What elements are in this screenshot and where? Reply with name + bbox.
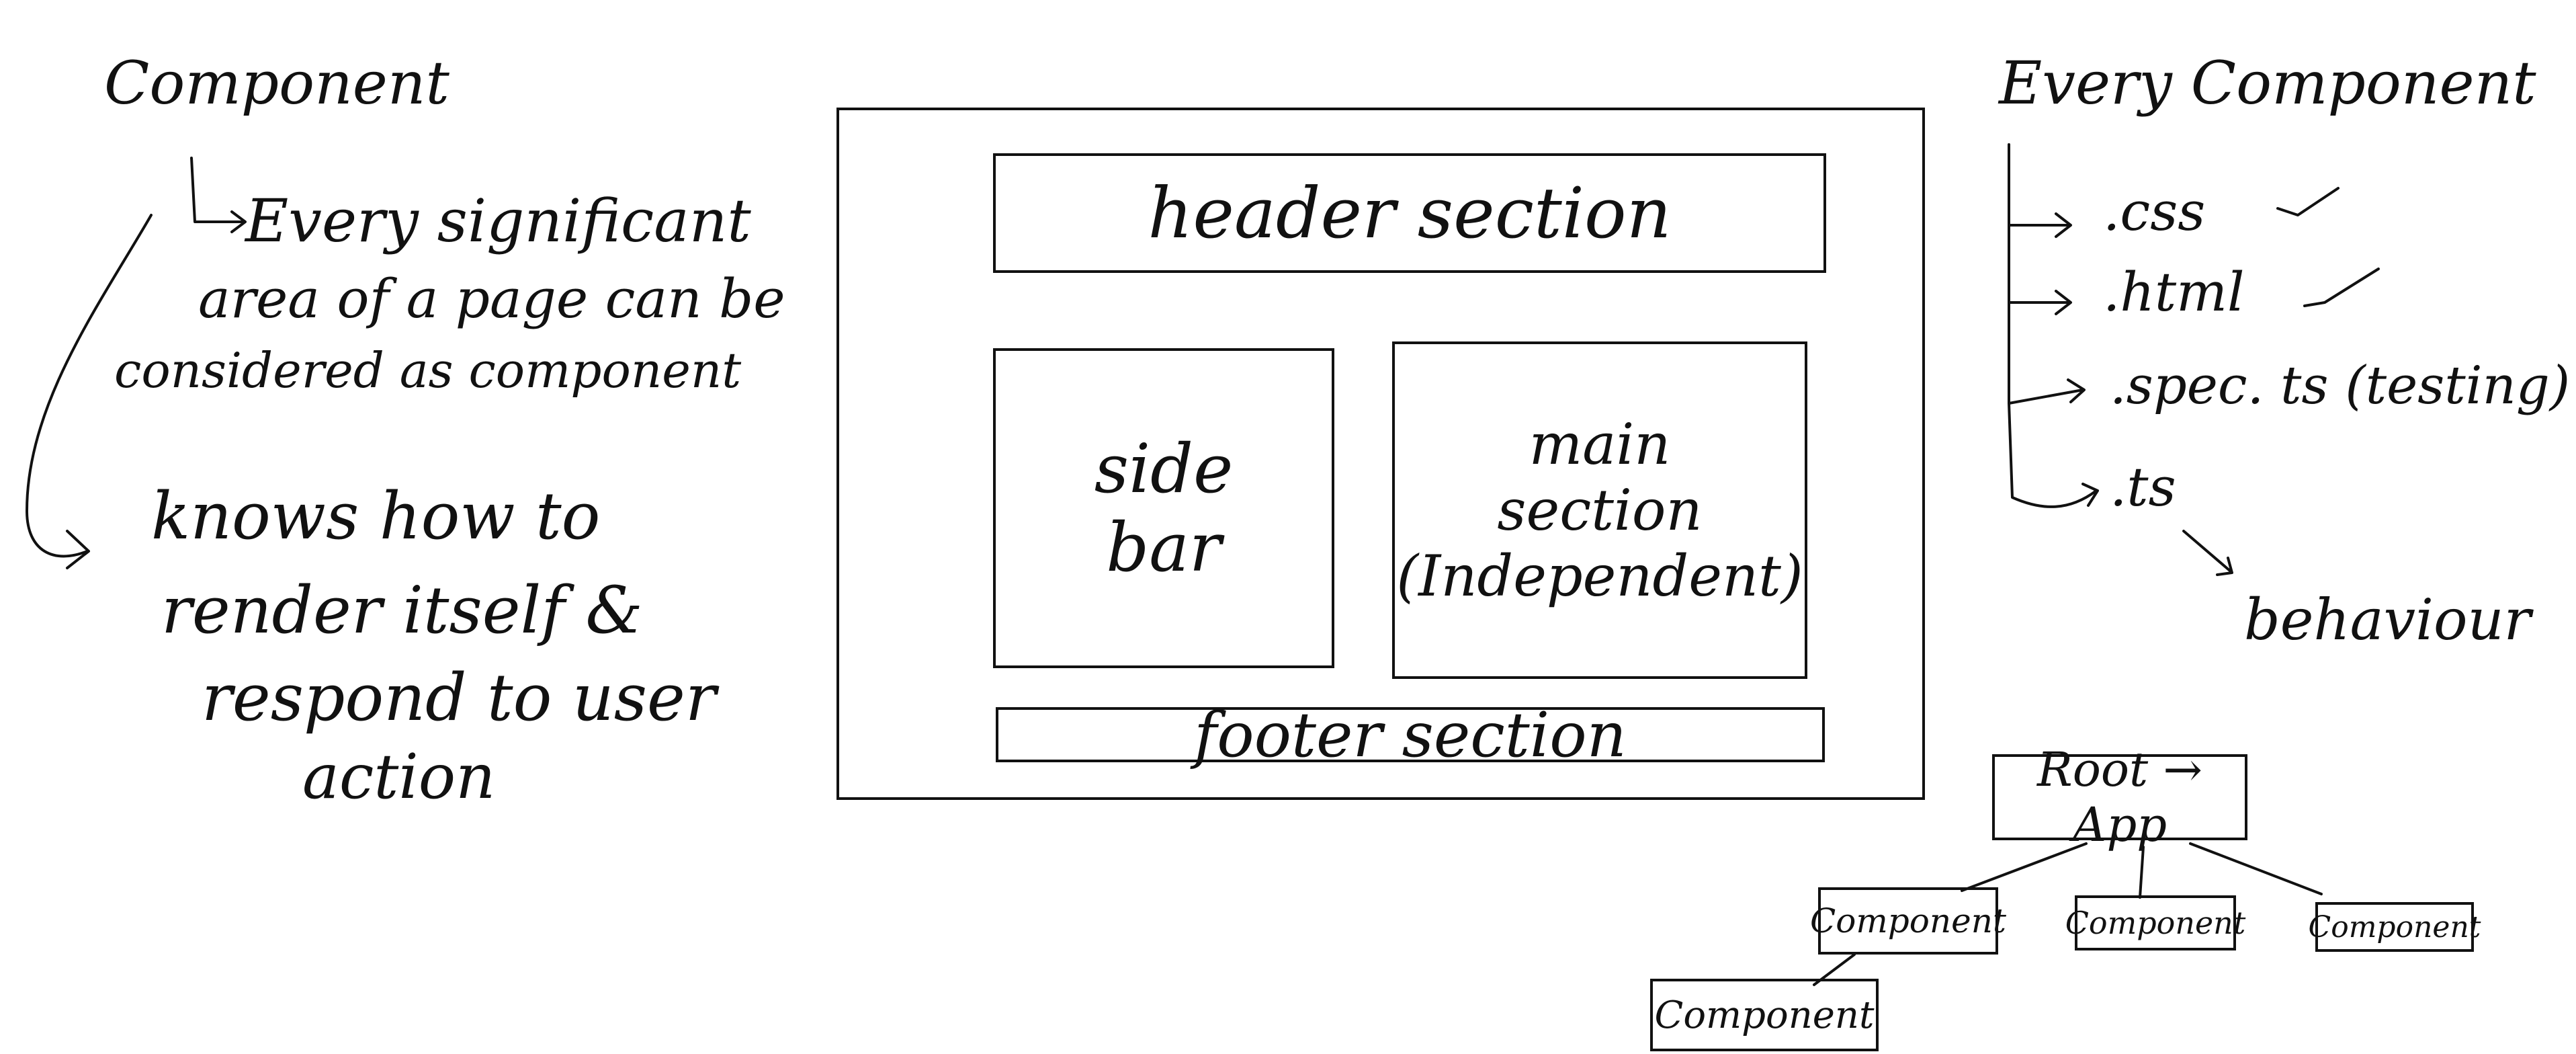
arrow-behaviour (2182, 530, 2233, 576)
sidebar-label-line1: side (1094, 430, 1234, 508)
tree-line-mid (2139, 846, 2145, 899)
left-title: Component (104, 48, 449, 118)
left-point1-line2: area of a page can be (198, 268, 785, 330)
left-point1-line1: Every significant (245, 186, 751, 255)
tree-child-3-box: Component (2309, 902, 2481, 952)
arrow-css (2008, 143, 2072, 238)
arrow-to-point1 (190, 157, 247, 233)
tree-root-label: Root → App (2036, 742, 2203, 852)
tree-child-2-label: Component (2065, 905, 2246, 941)
tree-root-box: Root → App (1992, 742, 2247, 852)
header-section-box: header section (993, 153, 1826, 273)
right-behaviour: behaviour (2244, 587, 2531, 653)
sidebar-label-line2: bar (1106, 508, 1221, 587)
main-label-line2: section (1497, 477, 1703, 543)
arrow-html (2008, 224, 2072, 315)
arrow-ts (2008, 402, 2099, 508)
left-point1-line3: considered as component (114, 342, 742, 399)
right-item-css: .css (2103, 180, 2206, 243)
tree-child-1-label: Component (1810, 901, 2006, 940)
checkmark-css (2276, 187, 2339, 216)
sidebar-box: side bar (993, 348, 1334, 668)
arrow-spec (2008, 301, 2086, 405)
tree-grandchild-label: Component (1654, 993, 1875, 1037)
footer-section-box: footer section (996, 699, 1825, 771)
whiteboard-canvas: Component Every significant area of a pa… (0, 0, 2576, 1054)
right-item-spec: .spec. ts (testing) (2110, 356, 2571, 416)
tree-child-1-box: Component (1810, 887, 2006, 955)
left-point2-line2: render itself & (161, 573, 643, 648)
footer-section-label: footer section (1194, 698, 1627, 771)
tree-grandchild-box: Component (1650, 979, 1879, 1051)
checkmark-html (2303, 268, 2380, 307)
tree-child-2-box: Component (2065, 895, 2245, 950)
main-label-line1: main (1529, 411, 1671, 477)
left-point2-line4: action (302, 741, 496, 813)
tree-child-3-label: Component (2308, 909, 2481, 944)
left-point2-line1: knows how to (151, 479, 601, 554)
right-title: Every Component (1999, 48, 2536, 118)
main-section-box: main section (Independent) (1392, 341, 1807, 679)
right-item-ts: .ts (2110, 456, 2176, 518)
right-item-html: .html (2103, 261, 2245, 323)
header-section-label: header section (1148, 172, 1672, 254)
main-label-line3: (Independent) (1396, 543, 1803, 609)
left-point2-line3: respond to user (202, 660, 716, 735)
